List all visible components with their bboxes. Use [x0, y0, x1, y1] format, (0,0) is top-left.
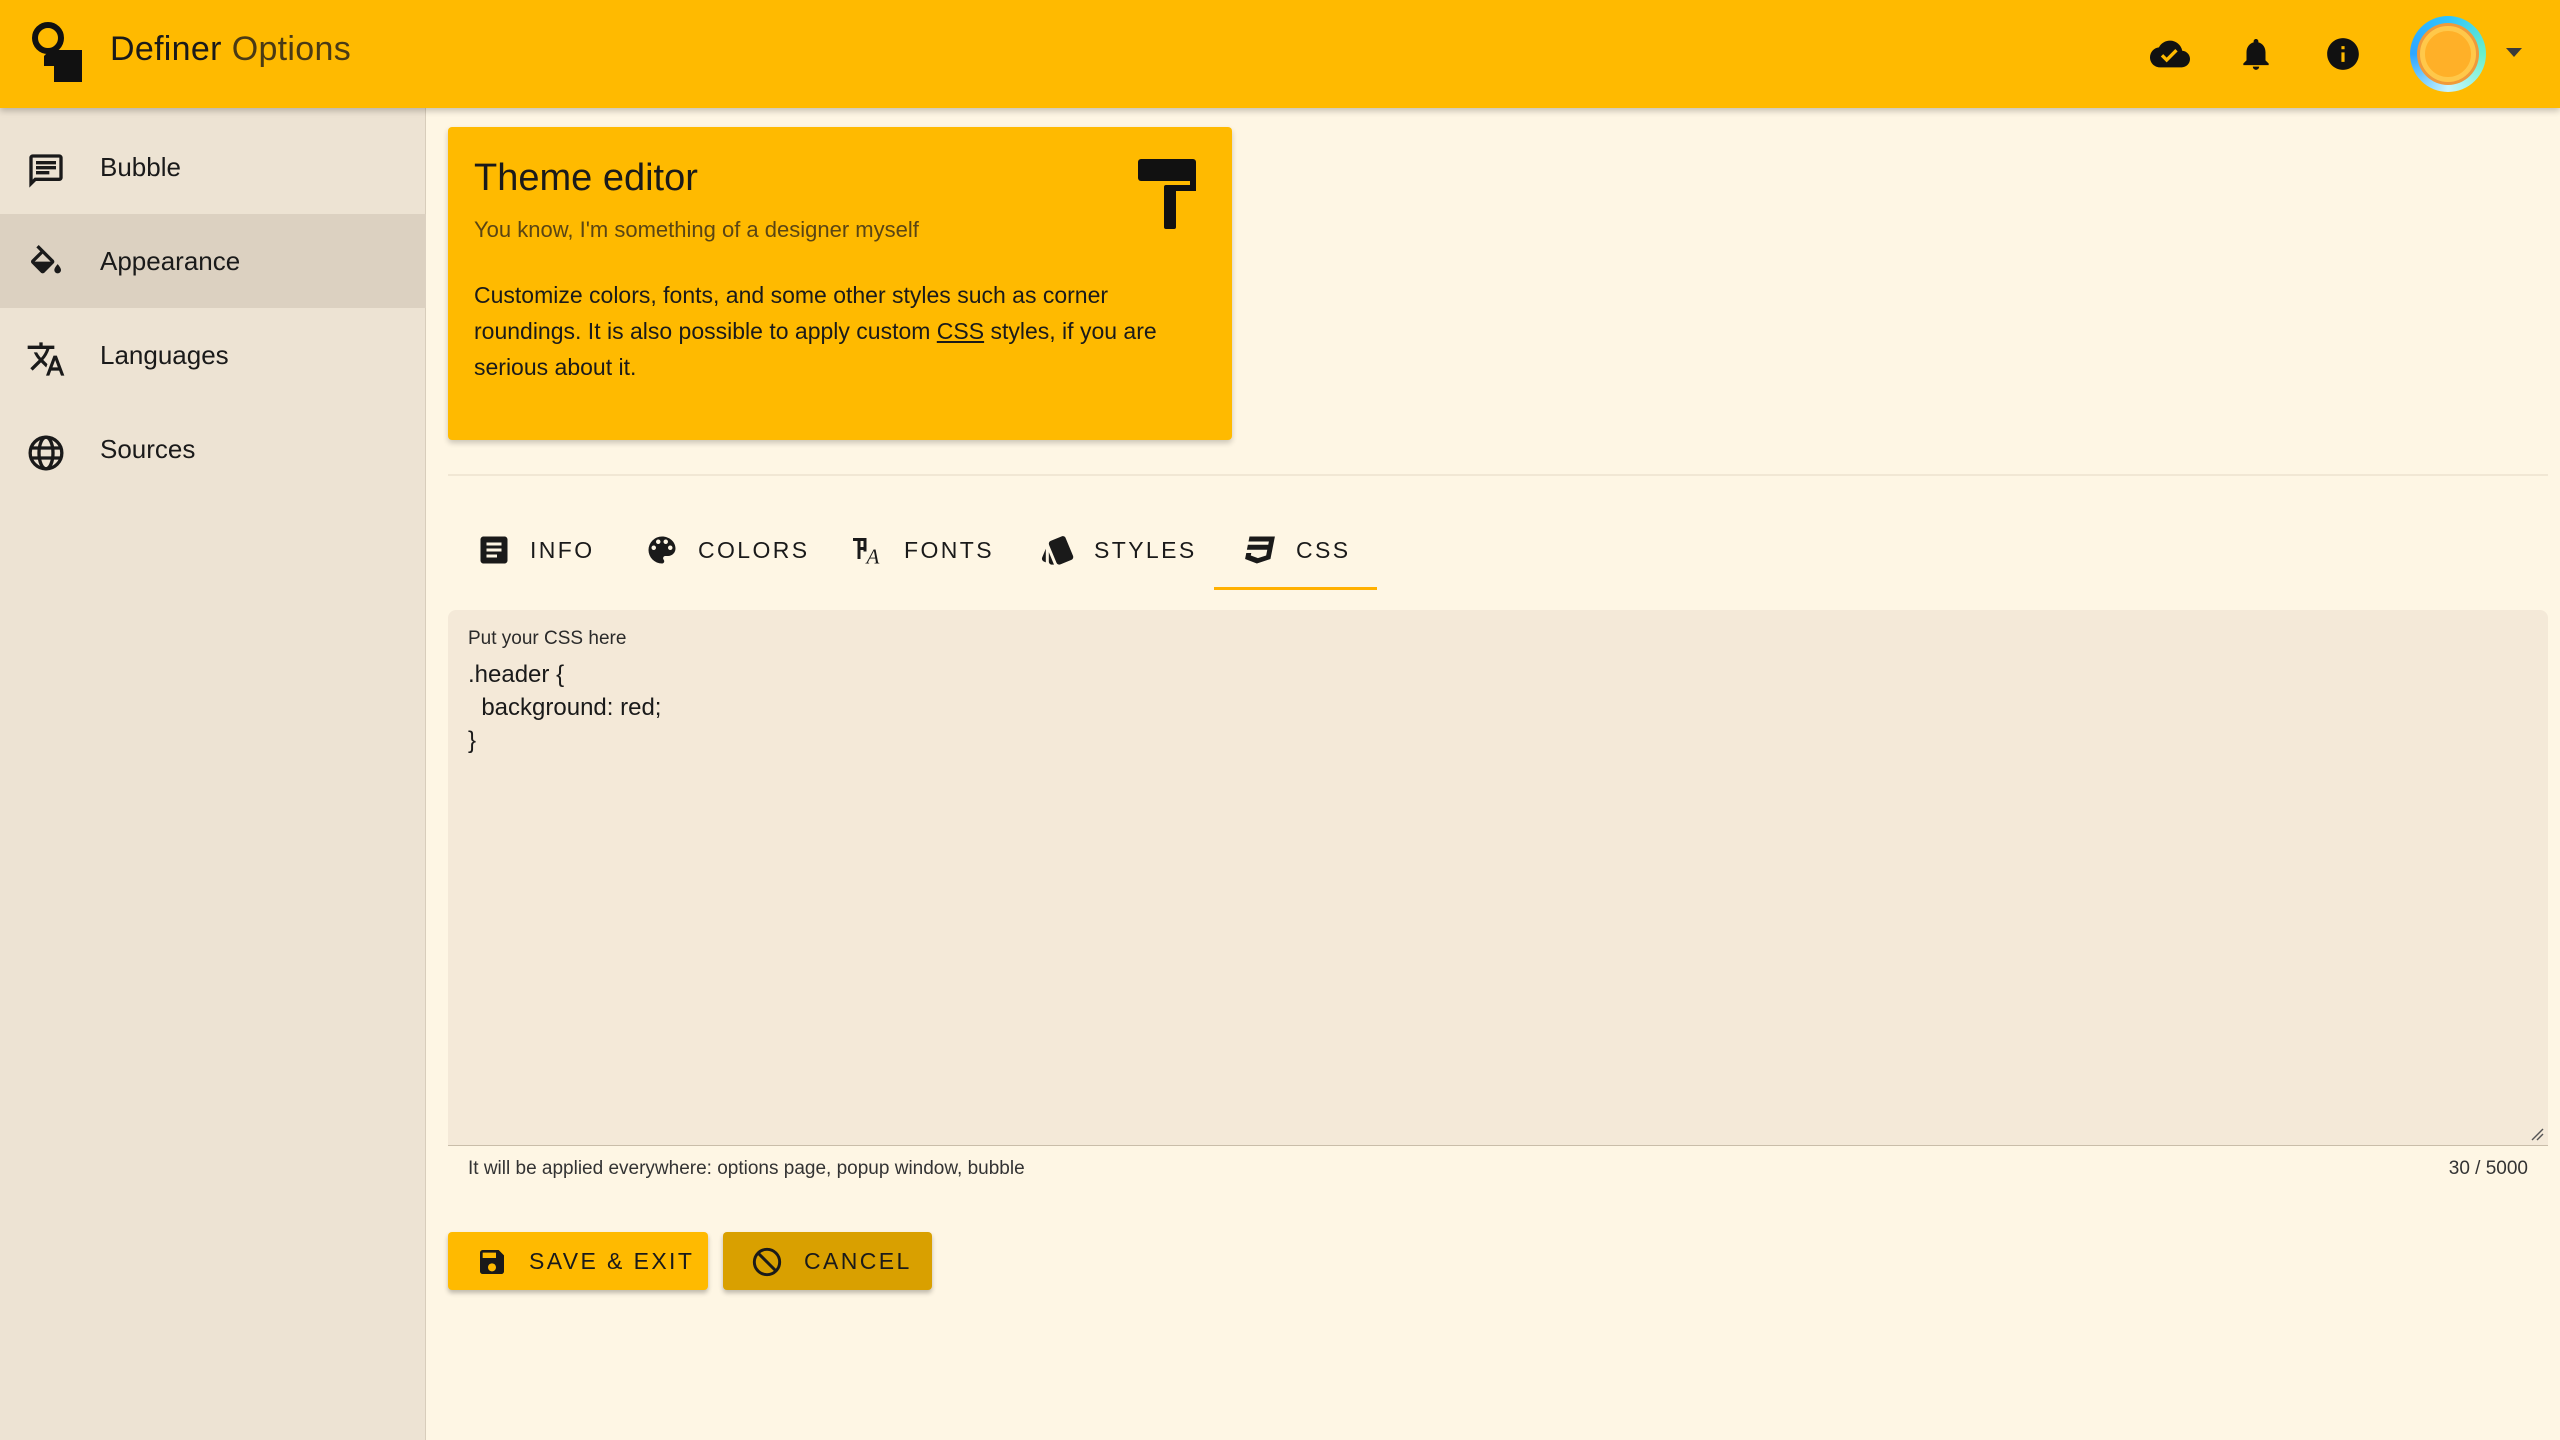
card-title: Theme editor: [474, 157, 698, 199]
save-exit-label: SAVE & EXIT: [529, 1248, 695, 1274]
block-icon: [752, 1247, 782, 1277]
article-icon: [480, 536, 508, 564]
sidebar-item-bubble[interactable]: Bubble: [0, 120, 426, 214]
paint-bucket-icon: [30, 245, 61, 274]
sidebar-item-sources[interactable]: Sources: [0, 402, 426, 496]
app-bar: Definer Options: [0, 0, 2560, 108]
translate-icon: [27, 342, 65, 376]
app-title: Definer Options: [110, 30, 351, 69]
sidebar-item-languages[interactable]: Languages: [0, 308, 426, 402]
character-counter: 30 / 5000: [2448, 1158, 2528, 1179]
card-description: Customize colors, fonts, and some other …: [474, 277, 1214, 385]
sidebar: Bubble Appearance Languages Sources: [0, 108, 426, 1440]
info-button[interactable]: [2313, 24, 2373, 84]
globe-icon: [28, 435, 64, 471]
tab-css[interactable]: CSS: [1214, 510, 1376, 590]
bell-icon: [2243, 38, 2269, 70]
app-title-main: Definer: [110, 30, 222, 68]
cancel-button[interactable]: CANCEL: [723, 1232, 932, 1290]
notifications-button[interactable]: [2226, 24, 2286, 84]
css-textarea[interactable]: [468, 658, 2518, 1128]
palette-icon: [648, 536, 676, 564]
cloud-done-icon: [2150, 40, 2190, 68]
cloud-sync-button[interactable]: [2140, 24, 2200, 84]
font-icon: A: [853, 538, 880, 569]
sidebar-item-label: Sources: [100, 434, 196, 464]
resize-handle-icon[interactable]: [2530, 1127, 2544, 1141]
tab-label: INFO: [530, 536, 595, 563]
css-link[interactable]: CSS: [937, 318, 984, 344]
sidebar-item-label: Bubble: [100, 152, 181, 182]
theme-editor-card: Theme editor You know, I'm something of …: [448, 127, 1232, 440]
tab-fonts[interactable]: A FONTS: [850, 510, 994, 590]
divider: [448, 474, 2548, 476]
css-icon: [1245, 536, 1275, 564]
css-field-hint: It will be applied everywhere: options p…: [468, 1158, 1025, 1179]
logo-icon: [32, 22, 82, 82]
app-title-sub: Options: [231, 30, 351, 68]
chevron-down-icon: [2506, 48, 2522, 57]
tab-label: COLORS: [698, 536, 810, 563]
save-exit-button[interactable]: SAVE & EXIT: [448, 1232, 708, 1290]
info-icon: [2327, 38, 2359, 70]
sidebar-item-appearance[interactable]: Appearance: [0, 214, 426, 308]
tab-styles[interactable]: STYLES: [1040, 510, 1197, 590]
tab-label: FONTS: [904, 536, 994, 563]
css-editor-field: Put your CSS here: [448, 610, 2548, 1146]
style-icon: [1041, 536, 1074, 565]
save-icon: [480, 1250, 504, 1274]
account-menu[interactable]: [2410, 16, 2530, 92]
tab-label: STYLES: [1094, 536, 1197, 563]
cancel-label: CANCEL: [804, 1248, 912, 1274]
tab-colors[interactable]: COLORS: [644, 510, 810, 590]
tab-info[interactable]: INFO: [476, 510, 595, 590]
sidebar-item-label: Appearance: [100, 246, 241, 276]
svg-text:A: A: [865, 545, 880, 569]
paint-roller-icon: [1138, 159, 1196, 229]
message-icon: [29, 154, 63, 188]
css-field-label: Put your CSS here: [468, 628, 627, 649]
tab-label: CSS: [1296, 536, 1351, 563]
avatar[interactable]: [2410, 16, 2486, 92]
sidebar-item-label: Languages: [100, 340, 229, 370]
card-subtitle: You know, I'm something of a designer my…: [474, 217, 919, 242]
